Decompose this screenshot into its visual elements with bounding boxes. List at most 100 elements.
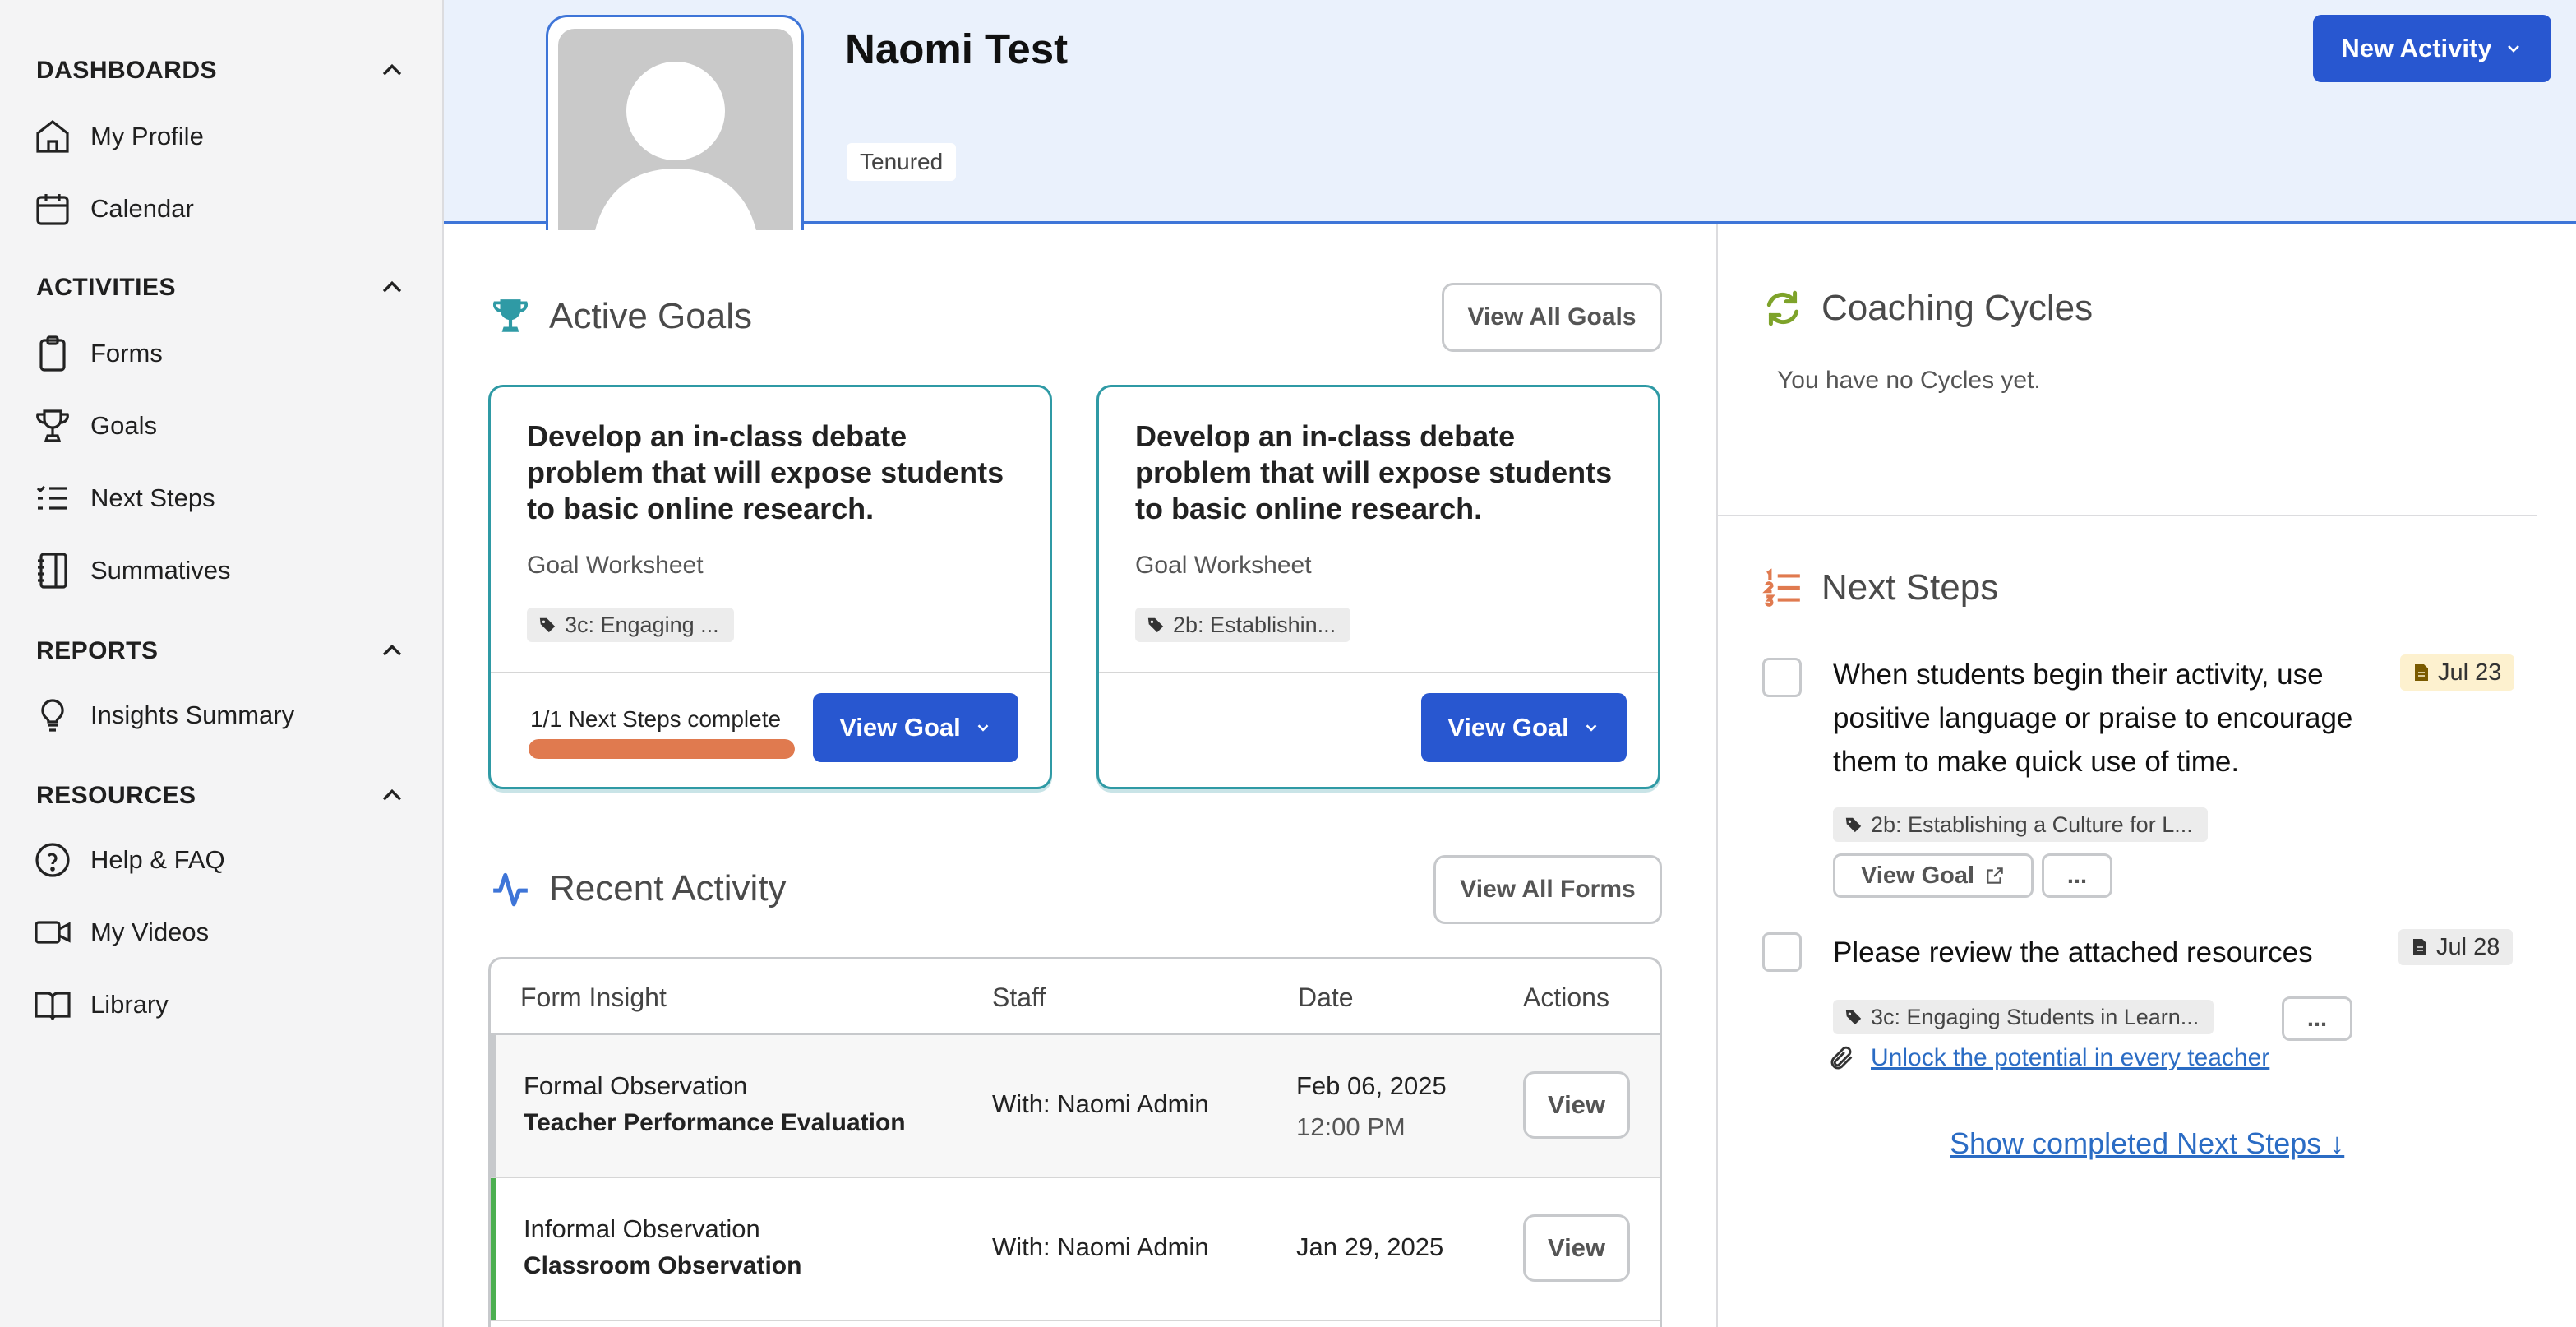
sidebar-item-library[interactable]: Library xyxy=(33,980,411,1029)
chevron-down-icon xyxy=(977,724,989,732)
sidebar-section-resources[interactable]: RESOURCES xyxy=(36,779,406,812)
goal-tag: 3c: Engaging ... xyxy=(527,608,734,642)
external-link-icon xyxy=(1987,867,2003,884)
next-step-checkbox[interactable] xyxy=(1762,658,1802,697)
view-goal-link-button[interactable]: View Goal xyxy=(1833,853,2034,898)
divider xyxy=(1716,224,1718,1327)
video-icon xyxy=(35,921,71,944)
lightbulb-icon xyxy=(41,699,64,732)
column-header: Form Insight xyxy=(520,983,667,1012)
show-completed-link[interactable]: Show completed Next Steps ↓ xyxy=(1950,1126,2344,1161)
home-icon xyxy=(36,119,69,153)
list-icon xyxy=(36,485,67,510)
tag-label: 3c: Engaging ... xyxy=(565,612,719,637)
date: Jan 29, 2025 xyxy=(1296,1232,1444,1261)
more-options-button[interactable]: ... xyxy=(2282,996,2352,1041)
sidebar-item-label: Summatives xyxy=(90,556,231,585)
view-goal-button[interactable]: View Goal xyxy=(813,693,1018,762)
page-title: Naomi Test xyxy=(845,25,1069,72)
more-options-button[interactable]: ... xyxy=(2042,853,2112,898)
divider xyxy=(1099,672,1658,673)
view-goal-label: View Goal xyxy=(1860,862,1975,889)
goal-tag: 2b: Establishin... xyxy=(1135,608,1351,642)
view-goal-button[interactable]: View Goal xyxy=(1421,693,1627,762)
divider xyxy=(491,672,1050,673)
help-icon xyxy=(35,843,70,877)
progress-fill xyxy=(529,739,795,759)
clipboard-icon xyxy=(39,335,66,372)
attachment-link[interactable]: Unlock the potential in every teacher xyxy=(1871,1044,2269,1072)
sidebar-section-reports[interactable]: REPORTS xyxy=(36,635,406,668)
new-activity-button[interactable]: New Activity xyxy=(2313,15,2551,82)
sidebar-section-activities[interactable]: ACTIVITIES xyxy=(36,271,406,304)
recent-activity-table: Form Insight Staff Date Actions Formal O… xyxy=(488,957,1662,1327)
activity-icon xyxy=(493,872,528,907)
view-all-forms-button[interactable]: View All Forms xyxy=(1433,855,1662,924)
chevron-up-icon xyxy=(382,280,402,293)
book-icon xyxy=(35,992,71,1020)
notebook-icon xyxy=(38,553,67,589)
table-row[interactable]: Formal Observation Teacher Performance E… xyxy=(491,1035,1660,1178)
sidebar-item-help-faq[interactable]: Help & FAQ xyxy=(33,835,411,885)
goal-card: Develop an in-class debate problem that … xyxy=(488,385,1052,789)
avatar[interactable] xyxy=(546,15,804,230)
form-type: Formal Observation xyxy=(524,1071,748,1100)
tag-icon xyxy=(1845,1010,1862,1025)
view-goal-label: View Goal xyxy=(1447,713,1569,742)
goal-card: Develop an in-class debate problem that … xyxy=(1096,385,1660,789)
time: 12:00 PM xyxy=(1296,1112,1406,1141)
person-icon xyxy=(595,62,756,230)
sidebar-item-calendar[interactable]: Calendar xyxy=(33,184,411,233)
goal-type: Goal Worksheet xyxy=(527,552,704,579)
progress-label: 1/1 Next Steps complete xyxy=(530,706,782,732)
calendar-icon xyxy=(36,194,69,225)
sidebar-item-label: Library xyxy=(90,990,169,1019)
tag-label: 3c: Engaging Students in Learn... xyxy=(1871,1004,2200,1029)
sidebar-item-label: Forms xyxy=(90,339,163,368)
active-goals-heading: Active Goals xyxy=(490,296,752,337)
sidebar-item-my-videos[interactable]: My Videos xyxy=(33,908,411,957)
sidebar-item-label: Calendar xyxy=(90,194,194,223)
chevron-up-icon xyxy=(382,788,402,801)
document-icon xyxy=(2413,939,2426,955)
tag-label: 2b: Establishin... xyxy=(1173,612,1336,637)
next-step-checkbox[interactable] xyxy=(1762,932,1802,972)
tag-icon xyxy=(1845,817,1862,833)
sidebar-item-forms[interactable]: Forms xyxy=(33,329,411,378)
form-name: Teacher Performance Evaluation xyxy=(524,1109,906,1136)
sidebar-item-goals[interactable]: Goals xyxy=(33,401,411,451)
sidebar-item-insights-summary[interactable]: Insights Summary xyxy=(33,691,411,740)
table-row[interactable]: Informal Observation Classroom Observati… xyxy=(491,1178,1660,1321)
chevron-up-icon xyxy=(382,63,402,76)
sidebar-item-summatives[interactable]: Summatives xyxy=(33,546,411,595)
sidebar-item-my-profile[interactable]: My Profile xyxy=(33,112,411,161)
sidebar-section-title: DASHBOARDS xyxy=(36,57,218,84)
next-steps-heading: Next Steps xyxy=(1762,567,1998,608)
date: Feb 06, 2025 xyxy=(1296,1071,1447,1100)
sidebar-item-label: Goals xyxy=(90,411,157,440)
empty-state-text: You have no Cycles yet. xyxy=(1777,367,2041,394)
sidebar-item-label: Help & FAQ xyxy=(90,845,225,874)
tag-icon xyxy=(539,617,556,633)
tag-icon xyxy=(1147,617,1164,633)
sidebar-section-title: REPORTS xyxy=(36,637,159,664)
section-title: Coaching Cycles xyxy=(1821,288,2094,328)
next-step-text: When students begin their activity, use … xyxy=(1833,659,2353,778)
column-header: Staff xyxy=(992,983,1046,1012)
view-button[interactable]: View xyxy=(1523,1071,1630,1139)
sidebar-item-label: Next Steps xyxy=(90,483,215,512)
staff: With: Naomi Admin xyxy=(992,1232,1209,1261)
new-activity-label: New Activity xyxy=(2341,34,2492,62)
sidebar-item-label: Insights Summary xyxy=(90,700,295,729)
view-all-goals-button[interactable]: View All Goals xyxy=(1442,283,1662,352)
sidebar-item-next-steps[interactable]: Next Steps xyxy=(33,474,411,523)
sidebar-section-dashboards[interactable]: DASHBOARDS xyxy=(36,54,406,87)
form-name: Classroom Observation xyxy=(524,1252,802,1279)
recent-activity-heading: Recent Activity xyxy=(490,868,787,909)
progress-bar xyxy=(529,739,795,759)
view-button[interactable]: View xyxy=(1523,1214,1630,1282)
status-badge: Tenured xyxy=(847,143,957,181)
form-type: Informal Observation xyxy=(524,1214,760,1243)
column-header: Date xyxy=(1298,983,1354,1012)
trophy-icon xyxy=(493,299,528,332)
